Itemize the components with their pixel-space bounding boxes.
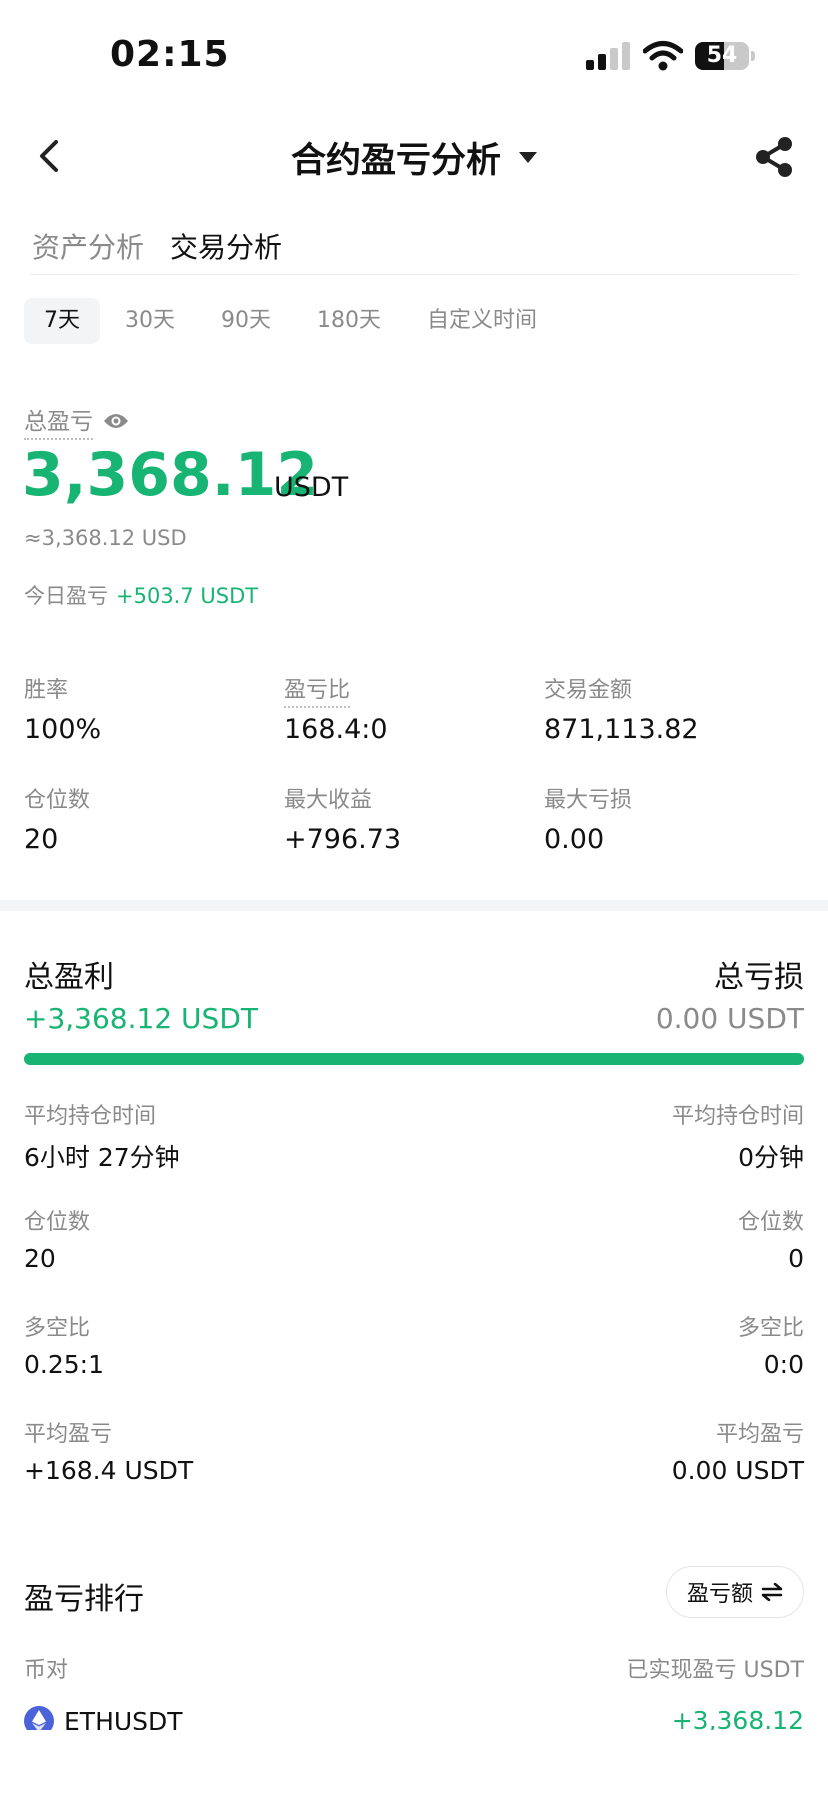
today-pnl-label: 今日盈亏 — [24, 584, 108, 608]
battery-indicator: 54 — [695, 42, 755, 70]
status-time: 02:15 — [110, 34, 230, 75]
max-profit-value: +796.73 — [284, 824, 402, 855]
positions-label-loss: 仓位数 — [737, 1210, 804, 1235]
total-loss-value: 0.00 USDT — [655, 1002, 804, 1035]
tab-divider — [30, 274, 798, 275]
avg-hold-time-loss: 0分钟 — [738, 1143, 804, 1172]
filter-custom[interactable]: 自定义时间 — [427, 298, 537, 344]
long-short-loss: 0:0 — [763, 1350, 804, 1379]
page-title[interactable]: 合约盈亏分析 — [0, 132, 828, 183]
avg-pnl-loss: 0.00 USDT — [671, 1456, 804, 1485]
win-rate-value: 100% — [24, 714, 102, 745]
swap-icon — [761, 1583, 783, 1601]
usd-approx: ≈3,368.12 USD — [24, 526, 187, 550]
filter-180d[interactable]: 180天 — [317, 298, 381, 344]
filter-90d[interactable]: 90天 — [221, 298, 271, 344]
total-pnl-unit: USDT — [274, 472, 349, 503]
total-pnl-label-text: 总盈亏 — [24, 402, 93, 440]
bottom-clip — [0, 1730, 828, 1795]
battery-tip — [751, 51, 755, 61]
tab-trade-analysis[interactable]: 交易分析 — [170, 226, 282, 266]
total-loss-title: 总亏损 — [714, 960, 804, 995]
col-pnl-header: 已实现盈亏 USDT — [626, 1658, 804, 1683]
battery-percent: 54 — [706, 43, 738, 68]
trade-amount-label: 交易金额 — [544, 678, 633, 703]
caret-down-icon — [519, 152, 537, 163]
cellular-signal-icon — [586, 42, 630, 70]
page-title-text: 合约盈亏分析 — [290, 141, 501, 181]
filter-30d[interactable]: 30天 — [125, 298, 175, 344]
profit-loss-bar — [24, 1053, 804, 1065]
win-rate-label: 胜率 — [24, 678, 69, 703]
sort-button[interactable]: 盈亏额 — [666, 1566, 804, 1618]
positions-profit: 20 — [24, 1244, 56, 1273]
today-pnl: 今日盈亏 +503.7 USDT — [24, 580, 258, 610]
max-loss-label: 最大亏损 — [544, 788, 633, 813]
positions-value: 20 — [24, 824, 59, 855]
avg-pnl-profit: +168.4 USDT — [24, 1456, 194, 1485]
avg-hold-time-label-loss: 平均持仓时间 — [671, 1104, 804, 1129]
pnl-ratio-label[interactable]: 盈亏比 — [284, 672, 351, 708]
battery-icon: 54 — [695, 42, 749, 70]
avg-pnl-label-loss: 平均盈亏 — [715, 1422, 804, 1447]
total-pnl-label: 总盈亏 — [24, 402, 129, 440]
today-pnl-value: +503.7 USDT — [116, 584, 259, 608]
avg-hold-time-label-profit: 平均持仓时间 — [24, 1104, 157, 1129]
total-profit-value: +3,368.12 USDT — [24, 1002, 258, 1035]
long-short-label-profit: 多空比 — [24, 1316, 91, 1341]
avg-pnl-label-profit: 平均盈亏 — [24, 1422, 113, 1447]
positions-label: 仓位数 — [24, 788, 91, 813]
col-pair-header: 币对 — [24, 1658, 69, 1683]
max-profit-label: 最大收益 — [284, 788, 373, 813]
tab-asset-analysis[interactable]: 资产分析 — [32, 226, 144, 266]
pnl-ratio-value: 168.4:0 — [284, 714, 388, 745]
long-short-label-loss: 多空比 — [737, 1316, 804, 1341]
section-separator — [0, 900, 828, 911]
ranking-title: 盈亏排行 — [24, 1582, 144, 1617]
total-profit-title: 总盈利 — [24, 960, 114, 995]
wifi-icon — [643, 41, 683, 71]
eye-icon[interactable] — [103, 412, 129, 430]
filter-7d[interactable]: 7天 — [24, 298, 100, 344]
share-icon[interactable] — [754, 136, 794, 178]
avg-hold-time-profit: 6小时 27分钟 — [24, 1143, 180, 1172]
sort-button-label: 盈亏额 — [686, 1582, 753, 1607]
max-loss-value: 0.00 — [544, 824, 605, 855]
long-short-profit: 0.25:1 — [24, 1350, 104, 1379]
positions-loss: 0 — [788, 1244, 804, 1273]
trade-amount-value: 871,113.82 — [544, 714, 699, 745]
positions-label-profit: 仓位数 — [24, 1210, 91, 1235]
